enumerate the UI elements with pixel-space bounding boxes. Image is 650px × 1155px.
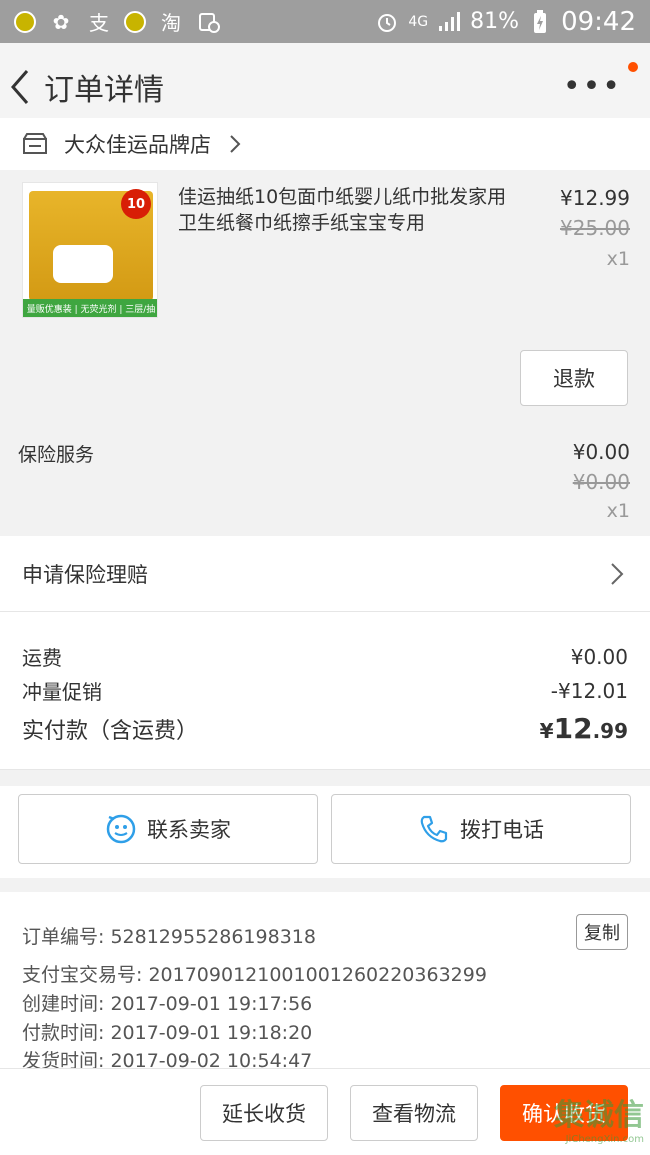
back-arrow-icon [11, 69, 29, 104]
order-number: 52812955286198318 [110, 926, 316, 948]
total-amount: ¥ 12 .99 [540, 712, 628, 745]
paid-time-row: 付款时间: 2017-09-01 19:18:20 [22, 1018, 312, 1045]
page-title: 订单详情 [44, 72, 164, 108]
insurance-claim-row[interactable]: 申请保险理赔 [0, 536, 650, 612]
promo-label: 冲量促销 [22, 680, 102, 704]
status-right-icons: 4G 81% 09:42 [374, 7, 636, 37]
insurance-quantity: x1 [606, 500, 630, 522]
calendar-clock-icon [196, 9, 222, 35]
product-image[interactable]: 10 量贩优惠装 | 无荧光剂 | 三层/抽 [22, 182, 158, 318]
total-label: 实付款（含运费） [22, 718, 199, 744]
taobao-icon: 淘 [161, 11, 181, 35]
flower-icon: ✿ [52, 9, 70, 34]
total-decimal: .99 [592, 719, 628, 743]
chevron-right-icon [230, 135, 241, 153]
more-menu-button[interactable]: ••• [563, 69, 622, 104]
image-feature-strip: 量贩优惠装 | 无荧光剂 | 三层/抽 [23, 299, 157, 317]
promo-row: 冲量促销 -¥12.01 [22, 676, 628, 705]
shipping-row: 运费 ¥0.00 [22, 642, 628, 671]
paid-time-label: 付款时间: [22, 1022, 105, 1044]
pack-count-badge: 10 [121, 189, 151, 219]
contact-bar: 联系卖家 拨打电话 [0, 786, 650, 878]
battery-percent: 81% [470, 9, 520, 34]
created-time-row: 创建时间: 2017-09-01 19:17:56 [22, 989, 312, 1016]
insurance-claim-label: 申请保险理赔 [22, 562, 148, 587]
created-time: 2017-09-01 19:17:56 [110, 993, 313, 1015]
created-time-label: 创建时间: [22, 993, 105, 1015]
total-integer: 12 [553, 712, 593, 745]
order-number-label: 订单编号: [22, 926, 105, 948]
coin-icon [124, 10, 146, 33]
product-quantity: x1 [606, 248, 630, 270]
alipay-trade-row: 支付宝交易号: 2017090121001001260220363299 [22, 960, 487, 987]
copy-button[interactable]: 复制 [576, 914, 628, 950]
refund-button[interactable]: 退款 [520, 350, 628, 406]
clock: 09:42 [561, 6, 636, 37]
total-row: 实付款（含运费） ¥ 12 .99 [22, 712, 628, 745]
tissue-graphic [53, 245, 113, 283]
promo-value: -¥12.01 [550, 678, 628, 703]
signal-icon [436, 9, 462, 35]
phone-icon [420, 815, 448, 843]
insurance-price: ¥0.00 [572, 440, 630, 464]
fee-summary: 运费 ¥0.00 冲量促销 -¥12.01 实付款（含运费） ¥ 12 .99 [0, 612, 650, 770]
call-button[interactable]: 拨打电话 [331, 794, 631, 864]
call-label: 拨打电话 [460, 818, 544, 842]
watermark-url: JiChengXin.com [565, 1134, 644, 1145]
product-price: ¥12.99 [560, 186, 630, 210]
alarm-icon [374, 9, 400, 35]
shipping-label: 运费 [22, 646, 62, 670]
status-bar: ✿ 支 淘 4G 81% 09:42 [0, 0, 650, 43]
alipay-trade-number: 2017090121001001260220363299 [148, 964, 487, 986]
shop-row[interactable]: 大众佳运品牌店 [0, 118, 650, 170]
total-currency: ¥ [539, 719, 554, 743]
insurance-label: 保险服务 [18, 444, 95, 466]
contact-seller-button[interactable]: 联系卖家 [18, 794, 318, 864]
extend-receipt-button[interactable]: 延长收货 [200, 1085, 328, 1141]
contact-seller-label: 联系卖家 [147, 818, 231, 842]
notification-dot [628, 62, 638, 72]
alipay-icon: 支 [89, 11, 109, 35]
store-icon [23, 133, 47, 154]
product-title[interactable]: 佳运抽纸10包面巾纸婴儿纸巾批发家用卫生纸餐巾纸擦手纸宝宝专用 [178, 184, 508, 236]
insurance-item: 保险服务 ¥0.00 ¥0.00 x1 [0, 428, 650, 532]
view-logistics-button[interactable]: 查看物流 [350, 1085, 478, 1141]
product-original-price: ¥25.00 [560, 216, 630, 240]
order-number-row: 订单编号: 52812955286198318 [22, 922, 316, 949]
watermark-logo: 集诚信 [554, 1098, 644, 1133]
watermark: 集诚信 JiChengXin.com [554, 1090, 644, 1145]
paid-time: 2017-09-01 19:18:20 [110, 1022, 313, 1044]
coin-icon [14, 10, 36, 33]
order-info: 订单编号: 52812955286198318 复制 支付宝交易号: 20170… [0, 892, 650, 1072]
shipping-value: ¥0.00 [570, 644, 628, 669]
alipay-trade-label: 支付宝交易号: [22, 964, 143, 986]
battery-icon [527, 9, 553, 35]
product-item[interactable]: 10 量贩优惠装 | 无荧光剂 | 三层/抽 佳运抽纸10包面巾纸婴儿纸巾批发家… [0, 172, 650, 420]
chat-face-icon [106, 814, 136, 844]
status-left-icons: ✿ 支 淘 [14, 9, 222, 35]
chevron-right-icon [611, 562, 624, 585]
bottom-action-bar: 延长收货 查看物流 确认收货 [0, 1068, 650, 1155]
network-type: 4G [408, 13, 429, 30]
shop-name: 大众佳运品牌店 [64, 133, 211, 157]
insurance-original-price: ¥0.00 [572, 470, 630, 494]
